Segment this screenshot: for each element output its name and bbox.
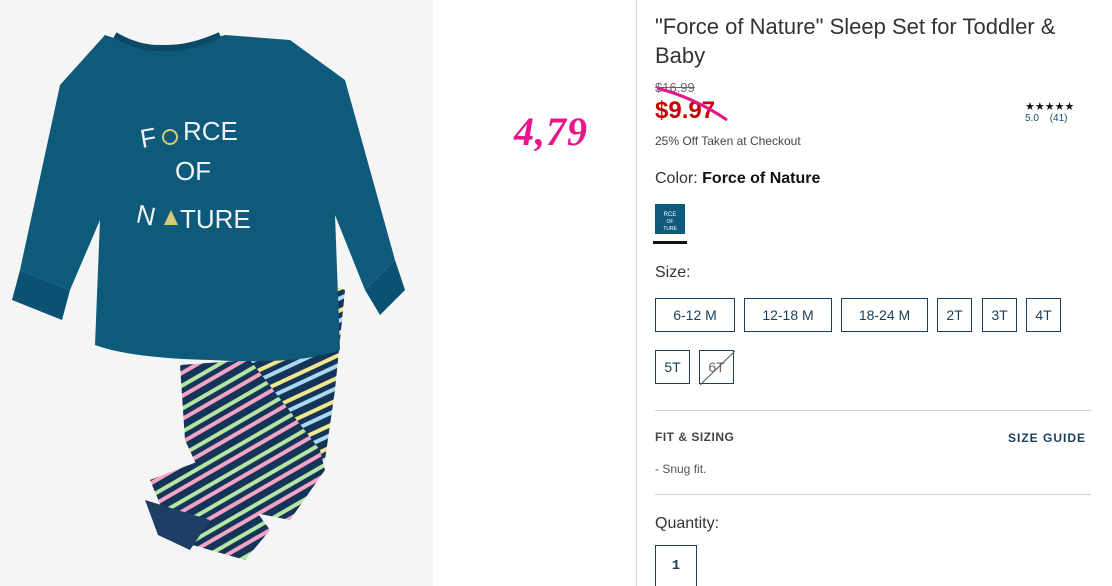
color-swatch-force-of-nature[interactable]: RCE OF TURE xyxy=(655,204,685,234)
size-option-18-24m[interactable]: 18-24 M xyxy=(841,298,928,332)
promo-text: 25% Off Taken at Checkout xyxy=(655,134,801,148)
shirt-text-of: OF xyxy=(175,156,211,186)
color-row: Color: Force of Nature xyxy=(655,170,820,188)
shirt-graphic xyxy=(12,32,405,362)
product-image[interactable]: F RCE OF N TURE xyxy=(0,0,433,586)
size-option-6t-unavailable: 6T xyxy=(699,350,735,385)
rating-score: 5.0 xyxy=(1025,113,1039,124)
star-rating-icon: ★★★★★ xyxy=(1025,101,1075,113)
quantity-input[interactable]: 1 xyxy=(655,545,697,586)
unavailable-slash-icon xyxy=(700,351,735,385)
size-option-12-18m[interactable]: 12-18 M xyxy=(744,298,832,332)
swatch-selected-indicator xyxy=(653,241,687,244)
size-option-2t[interactable]: 2T xyxy=(937,298,972,332)
svg-text:TURE: TURE xyxy=(663,226,677,232)
shirt-text-rce: RCE xyxy=(183,116,238,146)
rating-summary[interactable]: ★★★★★ 5.0 (41) xyxy=(1025,100,1074,124)
pajama-illustration: F RCE OF N TURE xyxy=(12,32,405,560)
swatch-thumbnail-icon: RCE OF TURE xyxy=(663,212,677,232)
fit-sizing-heading: FIT & SIZING xyxy=(655,430,735,444)
pink-strike-mark xyxy=(656,86,728,122)
section-divider xyxy=(655,410,1091,411)
product-details-panel: "Force of Nature" Sleep Set for Toddler … xyxy=(653,0,1095,586)
price-annotation: 4,79 xyxy=(514,109,588,154)
vertical-divider xyxy=(636,0,637,586)
product-title: "Force of Nature" Sleep Set for Toddler … xyxy=(655,14,1056,68)
size-label: Size: xyxy=(655,264,691,281)
shirt-text-ture: TURE xyxy=(180,204,251,234)
quantity-label: Quantity: xyxy=(655,515,720,532)
fit-note: - Snug fit. xyxy=(655,462,707,476)
size-option-4t[interactable]: 4T xyxy=(1026,298,1061,332)
size-option-5t[interactable]: 5T xyxy=(655,350,690,384)
size-guide-link[interactable]: SIZE GUIDE xyxy=(1008,431,1086,445)
section-divider xyxy=(655,494,1091,495)
size-option-6-12m[interactable]: 6-12 M xyxy=(655,298,735,332)
size-option-3t[interactable]: 3T xyxy=(982,298,1017,332)
svg-text:RCE: RCE xyxy=(664,212,677,218)
color-label: Color: xyxy=(655,170,698,187)
review-count[interactable]: (41) xyxy=(1050,113,1068,124)
color-name: Force of Nature xyxy=(702,170,821,187)
svg-text:OF: OF xyxy=(667,219,674,225)
